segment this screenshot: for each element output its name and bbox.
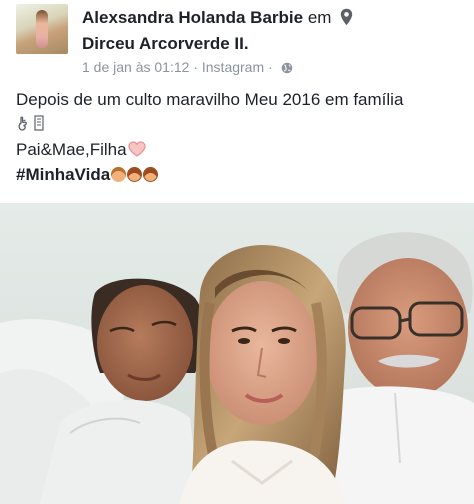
meta-separator-2: · — [268, 59, 273, 75]
post-location-line: Dirceu Arcorverde II. — [82, 34, 249, 54]
author-name[interactable]: Alexsandra Holanda Barbie — [82, 8, 303, 27]
location-connector: em — [307, 8, 332, 27]
globe-icon[interactable] — [281, 62, 293, 74]
post-photo[interactable] — [0, 203, 474, 504]
hashtag-link[interactable]: #MinhaVida — [16, 165, 110, 184]
author-avatar[interactable] — [16, 4, 68, 54]
post-text-line-family: Pai&Mae,Filha — [16, 139, 466, 164]
post-hashtag-line: #MinhaVida — [16, 164, 466, 189]
woman-emoji-icon — [127, 167, 143, 182]
post-timestamp[interactable]: 1 de jan às 01:12 — [82, 59, 189, 75]
boy-emoji-icon — [111, 167, 127, 182]
ok-hand-icon — [18, 115, 44, 131]
post-text: Depois de um culto maravilho Meu 2016 em… — [16, 89, 466, 189]
location-name[interactable]: Dirceu Arcorverde II. — [82, 34, 249, 53]
girl-emoji-icon — [143, 167, 159, 182]
post-meta: 1 de jan às 01:12 · Instagram · — [82, 59, 293, 75]
heart-icon — [127, 141, 146, 157]
post-text-line: Depois de um culto maravilho Meu 2016 em… — [16, 90, 404, 109]
family-selfie-image — [0, 203, 474, 504]
family-text: Pai&Mae,Filha — [16, 140, 127, 159]
post-emoji-line — [16, 114, 466, 139]
post-source[interactable]: Instagram — [202, 59, 264, 75]
post-title-line: Alexsandra Holanda Barbie em — [82, 8, 353, 28]
location-pin-icon — [340, 8, 353, 26]
post-header: Alexsandra Holanda Barbie em Dirceu Arco… — [0, 0, 474, 84]
meta-separator: · — [193, 59, 198, 75]
